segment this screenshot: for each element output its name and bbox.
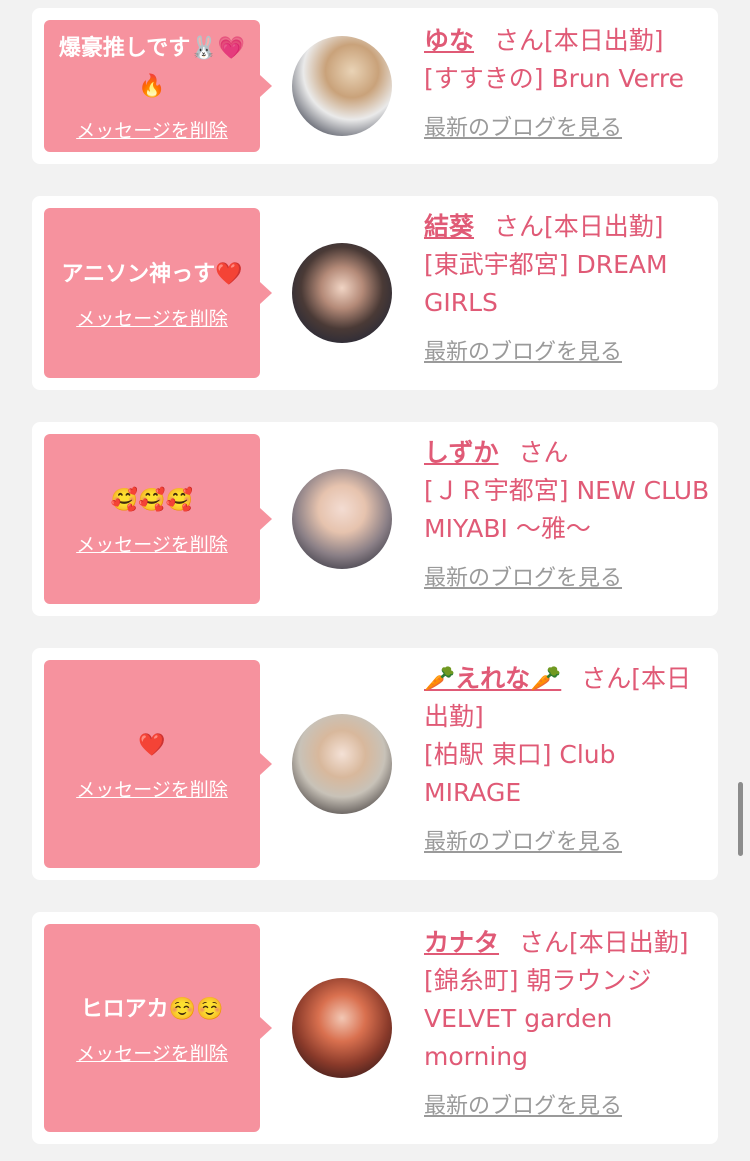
cast-name-link[interactable]: 結葵 — [424, 212, 474, 241]
scrollbar[interactable] — [738, 782, 743, 856]
cast-info: 🥕えれな🥕 さん[本日出勤] [柏駅 東口] Club MIRAGE 最新のブログ… — [424, 660, 712, 862]
message-text: アニソン神っす❤️ — [61, 261, 243, 287]
delete-message-link[interactable]: メッセージを削除 — [76, 530, 228, 557]
message-text: 🥰🥰🥰 — [110, 487, 194, 513]
favorites-message-list: 爆豪推しです🐰💗🔥 メッセージを削除 ゆな さん[本日出勤] [すすきの] Bru… — [0, 0, 750, 1161]
cast-info: カナタ さん[本日出勤] [錦糸町] 朝ラウンジ VELVET garden mo… — [424, 924, 712, 1126]
message-text: 爆豪推しです🐰💗🔥 — [58, 35, 246, 99]
cast-name-link[interactable]: しずか — [424, 438, 499, 467]
latest-blog-link[interactable]: 最新のブログを見る — [424, 824, 712, 862]
avatar[interactable] — [292, 243, 392, 343]
cast-name-link[interactable]: カナタ — [424, 928, 499, 957]
cast-info: ゆな さん[本日出勤] [すすきの] Brun Verre 最新のブログを見る — [424, 22, 712, 148]
message-text: ヒロアカ☺️☺️ — [80, 996, 224, 1022]
latest-blog-link[interactable]: 最新のブログを見る — [424, 110, 712, 148]
shop-name: [ＪＲ宇都宮] NEW CLUB MIYABI ～雅～ — [424, 476, 710, 543]
avatar[interactable] — [292, 36, 392, 136]
latest-blog-link[interactable]: 最新のブログを見る — [424, 334, 712, 372]
cast-name-link[interactable]: 🥕えれな🥕 — [424, 664, 561, 693]
delete-message-link[interactable]: メッセージを削除 — [76, 1039, 228, 1066]
delete-message-link[interactable]: メッセージを削除 — [76, 116, 228, 143]
message-text: ❤️ — [138, 732, 166, 758]
cast-name-link[interactable]: ゆな — [424, 26, 474, 55]
list-item: 爆豪推しです🐰💗🔥 メッセージを削除 ゆな さん[本日出勤] [すすきの] Bru… — [32, 8, 718, 164]
message-bubble: 爆豪推しです🐰💗🔥 メッセージを削除 — [44, 20, 272, 152]
honorific-status: さん[本日出勤] — [519, 928, 689, 957]
delete-message-link[interactable]: メッセージを削除 — [76, 775, 228, 802]
message-bubble: ❤️ メッセージを削除 — [44, 660, 272, 868]
delete-message-link[interactable]: メッセージを削除 — [76, 304, 228, 331]
honorific-status: さん — [518, 438, 569, 467]
latest-blog-link[interactable]: 最新のブログを見る — [424, 560, 712, 598]
honorific-status: さん[本日出勤] — [494, 26, 664, 55]
list-item: ヒロアカ☺️☺️ メッセージを削除 カナタ さん[本日出勤] [錦糸町] 朝ラウン… — [32, 912, 718, 1144]
avatar[interactable] — [292, 978, 392, 1078]
honorific-status: さん[本日出勤] — [494, 212, 664, 241]
avatar[interactable] — [292, 714, 392, 814]
message-bubble: アニソン神っす❤️ メッセージを削除 — [44, 208, 272, 378]
cast-info: しずか さん [ＪＲ宇都宮] NEW CLUB MIYABI ～雅～ 最新のブログ… — [424, 434, 712, 598]
shop-name: [柏駅 東口] Club MIRAGE — [424, 740, 616, 807]
message-bubble: 🥰🥰🥰 メッセージを削除 — [44, 434, 272, 604]
list-item: 🥰🥰🥰 メッセージを削除 しずか さん [ＪＲ宇都宮] NEW CLUB MIYA… — [32, 422, 718, 616]
avatar[interactable] — [292, 469, 392, 569]
cast-info: 結葵 さん[本日出勤] [東武宇都宮] DREAM GIRLS 最新のブログを見る — [424, 208, 712, 372]
message-bubble: ヒロアカ☺️☺️ メッセージを削除 — [44, 924, 272, 1132]
latest-blog-link[interactable]: 最新のブログを見る — [424, 1088, 712, 1126]
list-item: アニソン神っす❤️ メッセージを削除 結葵 さん[本日出勤] [東武宇都宮] DR… — [32, 196, 718, 390]
shop-name: [錦糸町] 朝ラウンジ VELVET garden morning — [424, 966, 652, 1071]
list-item: ❤️ メッセージを削除 🥕えれな🥕 さん[本日出勤] [柏駅 東口] Club M… — [32, 648, 718, 880]
shop-name: [すすきの] Brun Verre — [424, 64, 685, 93]
shop-name: [東武宇都宮] DREAM GIRLS — [424, 250, 668, 317]
